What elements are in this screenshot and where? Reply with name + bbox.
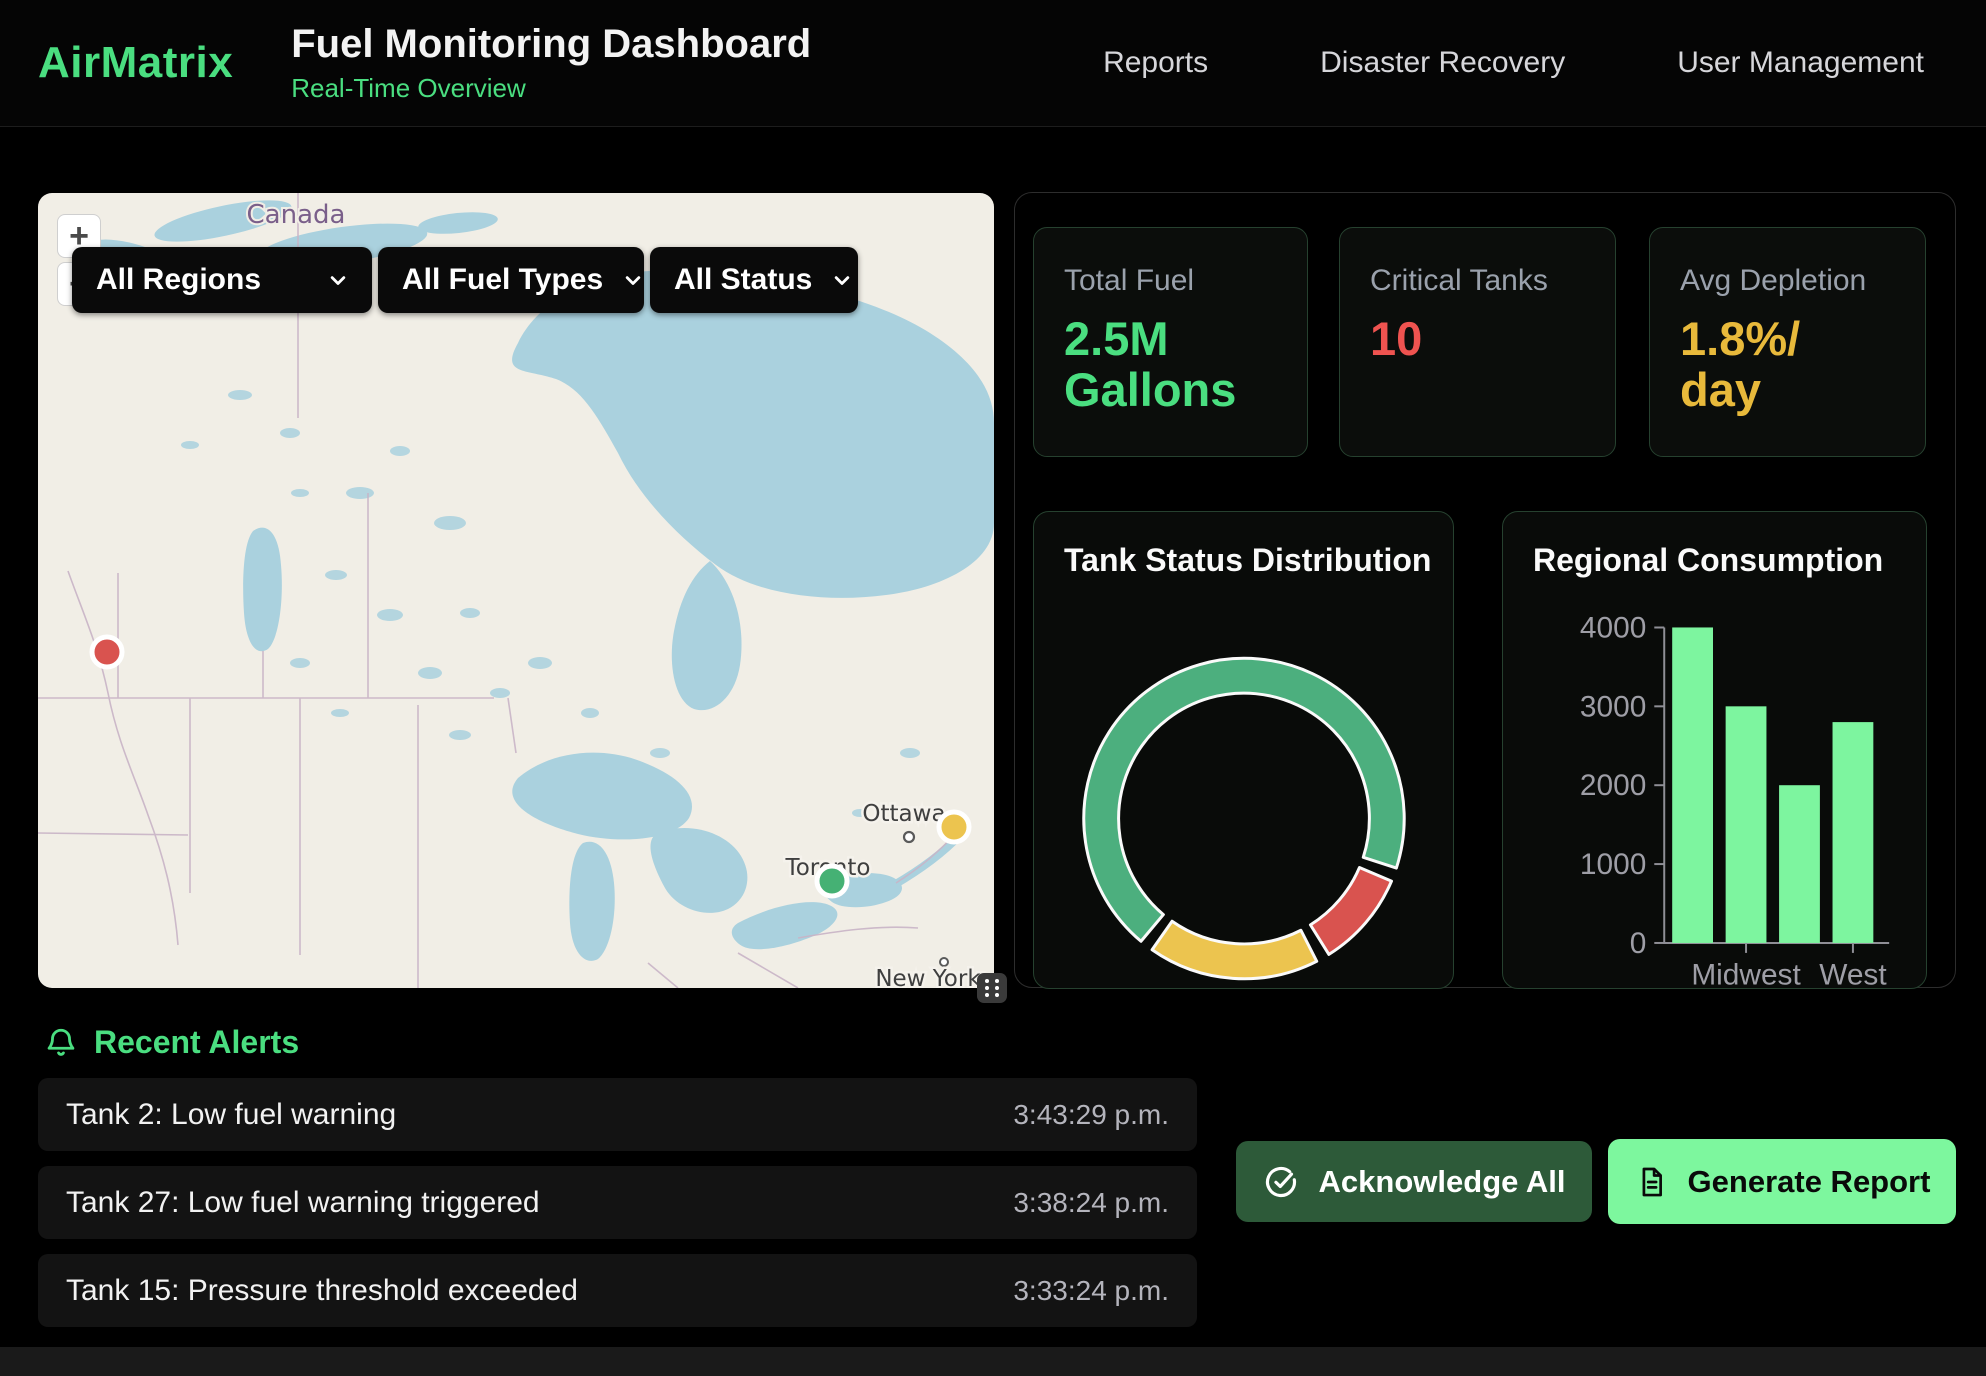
- svg-text:West: West: [1819, 959, 1887, 988]
- tank-status-donut-chart: [1034, 512, 1453, 988]
- chevron-down-icon: [828, 266, 856, 294]
- document-icon: [1634, 1165, 1668, 1199]
- map-resize-handle[interactable]: [977, 973, 1007, 1003]
- stat-value-critical-tanks: 10: [1370, 314, 1585, 365]
- alert-row[interactable]: Tank 27: Low fuel warning triggered 3:38…: [38, 1166, 1197, 1239]
- page-title: Fuel Monitoring Dashboard: [291, 22, 811, 67]
- stat-value-total-fuel: 2.5M Gallons: [1064, 314, 1277, 416]
- alert-timestamp: 3:38:24 p.m.: [1013, 1187, 1169, 1219]
- app-header: AirMatrix Fuel Monitoring Dashboard Real…: [0, 0, 1986, 127]
- recent-alerts-title: Recent Alerts: [94, 1024, 299, 1061]
- donut-segment-warning: [1152, 921, 1317, 979]
- status-filter-value: All Status: [674, 263, 812, 297]
- regional-consumption-bar-chart: 0 1000 2000 3000 4000 Midwest West: [1503, 512, 1926, 988]
- map-filter-bar: All Regions All Fuel Types All Status: [72, 247, 858, 313]
- nav-reports[interactable]: Reports: [1103, 46, 1208, 80]
- metrics-panel: Total Fuel 2.5M Gallons Critical Tanks 1…: [1014, 192, 1956, 988]
- alert-timestamp: 3:33:24 p.m.: [1013, 1275, 1169, 1307]
- fuel-type-filter-value: All Fuel Types: [402, 263, 603, 297]
- check-circle-icon: [1263, 1164, 1299, 1200]
- main-nav: Reports Disaster Recovery User Managemen…: [1103, 46, 1924, 80]
- bell-icon: [44, 1026, 78, 1060]
- consumption-bar-2: [1779, 785, 1820, 943]
- map-label-new-york: New York: [875, 966, 981, 988]
- svg-text:2000: 2000: [1580, 769, 1646, 802]
- page-subtitle: Real-Time Overview: [291, 73, 811, 104]
- critical-tank-marker[interactable]: [92, 637, 122, 667]
- stat-label: Total Fuel: [1064, 264, 1277, 298]
- bar-chart-title: Regional Consumption: [1533, 542, 1883, 579]
- bottom-bar: [0, 1347, 1986, 1376]
- chevron-down-icon: [324, 266, 352, 294]
- consumption-bar-3: [1833, 722, 1874, 943]
- normal-tank-marker[interactable]: [817, 866, 847, 896]
- map-label-ottawa: Ottawa: [862, 801, 945, 827]
- regional-consumption-chart-card: Regional Consumption 0 1000 2000 3000 4000 Mi…: [1502, 511, 1927, 989]
- app-logo: AirMatrix: [38, 38, 233, 88]
- stat-value-avg-depletion: 1.8%/ day: [1680, 314, 1895, 416]
- svg-text:3000: 3000: [1580, 690, 1646, 723]
- nav-disaster-recovery[interactable]: Disaster Recovery: [1320, 46, 1565, 80]
- donut-segment-critical: [1310, 868, 1391, 955]
- nav-user-management[interactable]: User Management: [1677, 46, 1924, 80]
- warning-tank-marker[interactable]: [939, 812, 969, 842]
- region-filter-dropdown[interactable]: All Regions: [72, 247, 372, 313]
- alert-message: Tank 2: Low fuel warning: [66, 1098, 396, 1132]
- svg-text:1000: 1000: [1580, 848, 1646, 881]
- alert-row[interactable]: Tank 2: Low fuel warning 3:43:29 p.m.: [38, 1078, 1197, 1151]
- svg-text:0: 0: [1630, 927, 1647, 960]
- svg-text:4000: 4000: [1580, 611, 1646, 644]
- fuel-type-filter-dropdown[interactable]: All Fuel Types: [378, 247, 644, 313]
- recent-alerts-heading: Recent Alerts: [44, 1024, 299, 1061]
- alert-row[interactable]: Tank 15: Pressure threshold exceeded 3:3…: [38, 1254, 1197, 1327]
- acknowledge-all-button[interactable]: Acknowledge All: [1236, 1141, 1592, 1222]
- stat-card-avg-depletion: Avg Depletion 1.8%/ day: [1649, 227, 1926, 457]
- generate-report-button[interactable]: Generate Report: [1608, 1139, 1956, 1224]
- svg-text:Midwest: Midwest: [1691, 959, 1801, 988]
- title-block: Fuel Monitoring Dashboard Real-Time Over…: [291, 22, 811, 104]
- tank-status-chart-card: Tank Status Distribution: [1033, 511, 1454, 989]
- stat-card-critical-tanks: Critical Tanks 10: [1339, 227, 1616, 457]
- consumption-bar-1: [1726, 706, 1767, 943]
- alert-timestamp: 3:43:29 p.m.: [1013, 1099, 1169, 1131]
- stat-label: Avg Depletion: [1680, 264, 1895, 298]
- stat-label: Critical Tanks: [1370, 264, 1585, 298]
- map-label-canada: Canada: [247, 200, 346, 230]
- alert-message: Tank 27: Low fuel warning triggered: [66, 1186, 540, 1220]
- stat-card-total-fuel: Total Fuel 2.5M Gallons: [1033, 227, 1308, 457]
- status-filter-dropdown[interactable]: All Status: [650, 247, 858, 313]
- acknowledge-all-label: Acknowledge All: [1319, 1164, 1566, 1200]
- region-filter-value: All Regions: [96, 263, 261, 297]
- generate-report-label: Generate Report: [1688, 1164, 1931, 1200]
- tank-map[interactable]: Canada Toronto Ottawa New York + − All R…: [38, 193, 994, 988]
- alert-message: Tank 15: Pressure threshold exceeded: [66, 1274, 578, 1308]
- consumption-bar-0: [1672, 627, 1713, 942]
- donut-chart-title: Tank Status Distribution: [1064, 542, 1431, 579]
- chevron-down-icon: [619, 266, 647, 294]
